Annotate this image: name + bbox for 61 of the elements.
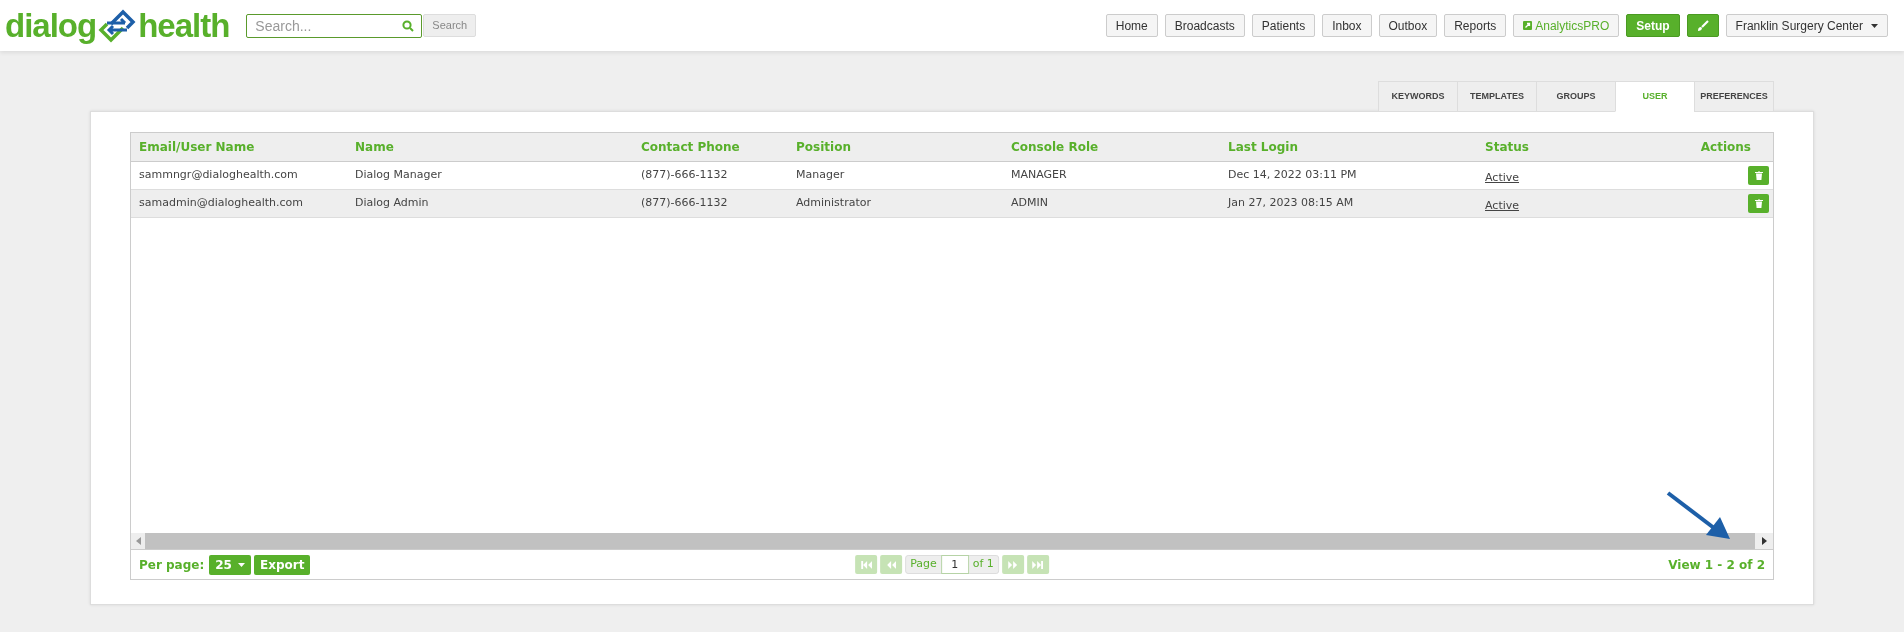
tab[interactable]: PREFERENCES — [1694, 81, 1774, 112]
table-cell-text: ADMIN — [1010, 195, 1049, 212]
column-header: Last Login — [1227, 139, 1299, 156]
table-cell-text: sammngr@dialoghealth.com — [138, 167, 299, 184]
first-page-icon — [860, 560, 872, 569]
brush-button[interactable] — [1686, 14, 1719, 37]
column-header: Email/User Name — [138, 139, 256, 156]
nav-button[interactable]: Home — [1105, 14, 1158, 37]
column-header: Status — [1484, 139, 1530, 156]
caret-icon — [1871, 23, 1878, 28]
previous-page-button[interactable] — [880, 555, 903, 574]
nav-button[interactable]: Reports — [1444, 14, 1507, 37]
column-header: Actions — [1699, 139, 1752, 156]
scroll-left-icon[interactable] — [135, 537, 141, 545]
last-page-button[interactable] — [1026, 555, 1049, 574]
column-header: Position — [795, 139, 852, 156]
page-number-field[interactable]: 1 — [940, 555, 969, 574]
column-header: Contact Phone — [640, 139, 741, 156]
first-page-button[interactable] — [855, 555, 878, 574]
next-page-button[interactable] — [1001, 555, 1024, 574]
nav-button[interactable]: Outbox — [1378, 14, 1438, 37]
brush-icon — [1696, 19, 1709, 32]
caret-icon — [237, 562, 245, 567]
page-count: of 1 — [971, 556, 995, 573]
nav-button[interactable]: Patients — [1251, 14, 1316, 37]
table-cell-text: (877)-666-1132 — [640, 195, 729, 212]
status-link[interactable]: Active — [1485, 170, 1520, 184]
delete-button[interactable] — [1748, 166, 1769, 185]
table-cell-text: Dialog Admin — [354, 195, 430, 212]
table-cell-text: Jan 27, 2023 08:15 AM — [1226, 195, 1355, 212]
record-count: View 1 - 2 of 2 — [1668, 556, 1765, 574]
nav-button[interactable]: Broadcasts — [1164, 14, 1245, 37]
scroll-right-icon[interactable] — [1761, 537, 1767, 545]
nav-button[interactable]: Inbox — [1322, 14, 1372, 37]
status-link[interactable]: Active — [1485, 198, 1520, 212]
column-header: Name — [354, 139, 395, 156]
search-icon — [402, 19, 415, 32]
per-page-label: Per page: — [139, 556, 205, 574]
page-label: Page — [909, 556, 938, 573]
annotation-arrow — [1666, 491, 1732, 541]
location-dropdown[interactable]: Franklin Surgery Center — [1725, 14, 1888, 37]
delete-button[interactable] — [1748, 194, 1769, 213]
arrows-logo-icon — [97, 7, 138, 44]
trash-icon — [1754, 171, 1763, 180]
table-cell-text: Manager — [795, 167, 846, 184]
search-field[interactable]: Search... — [246, 13, 423, 38]
last-page-icon — [1032, 560, 1044, 569]
table-cell-text: samadmin@dialoghealth.com — [138, 195, 304, 212]
table-cell-text: Dialog Manager — [354, 167, 443, 184]
rewind-icon — [886, 560, 896, 569]
table-cell-text: (877)-666-1132 — [640, 167, 729, 184]
table-row[interactable]: samadmin@dialoghealth.com Dialog Admin (877)-666-1132 Administrator ADMIN Jan 27, 2023 08:15 AM Active — [131, 190, 1773, 218]
trash-icon — [1754, 199, 1763, 208]
fast-forward-icon — [1008, 560, 1018, 569]
tab[interactable]: KEYWORDS — [1378, 81, 1458, 112]
table-cell-text: Dec 14, 2022 03:11 PM — [1227, 167, 1358, 184]
table-cell-text: MANAGER — [1010, 167, 1068, 184]
table-cell-text: Administrator — [795, 195, 872, 212]
logo: dialog health — [5, 7, 230, 44]
external-link-icon — [1523, 21, 1533, 30]
column-header: Console Role — [1010, 139, 1100, 156]
